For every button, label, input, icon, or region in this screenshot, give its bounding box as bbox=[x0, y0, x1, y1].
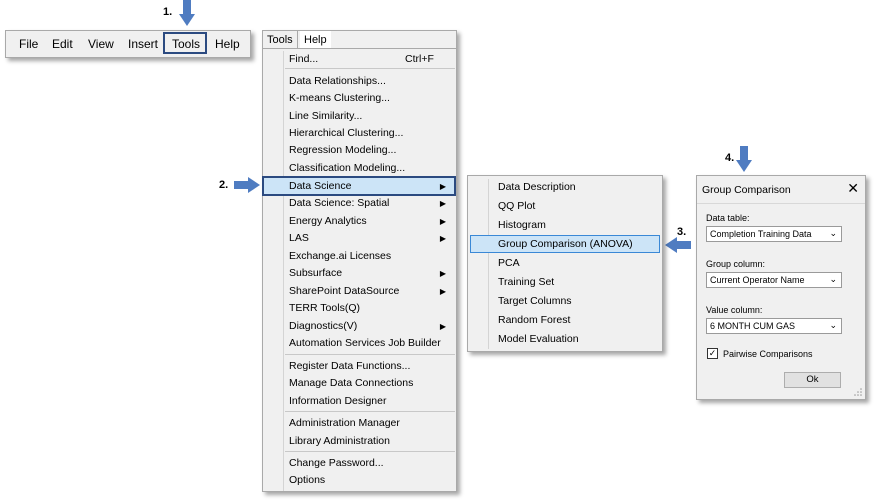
title-divider bbox=[697, 203, 865, 204]
menu-item-administration-manager[interactable]: Administration Manager bbox=[289, 417, 400, 429]
menu-tools[interactable]: Tools bbox=[172, 37, 200, 51]
submenu-item-histogram[interactable]: Histogram bbox=[498, 219, 546, 231]
menu-item-data-relationships[interactable]: Data Relationships... bbox=[289, 75, 386, 87]
resize-grip-icon[interactable] bbox=[853, 387, 863, 397]
pairwise-label: Pairwise Comparisons bbox=[723, 349, 813, 359]
submenu-arrow-icon: ▶ bbox=[439, 287, 446, 296]
submenu-arrow-icon: ▶ bbox=[439, 234, 446, 243]
ok-button[interactable]: Ok bbox=[784, 372, 841, 388]
menu-item-sharepoint[interactable]: SharePoint DataSource bbox=[289, 285, 399, 297]
submenu-item-training-set[interactable]: Training Set bbox=[498, 276, 554, 288]
menu-item-las[interactable]: LAS bbox=[289, 232, 309, 244]
menu-file[interactable]: File bbox=[19, 37, 38, 51]
check-icon: ✓ bbox=[708, 348, 717, 358]
menu-item-line-similarity[interactable]: Line Similarity... bbox=[289, 110, 362, 122]
menu-edit[interactable]: Edit bbox=[52, 37, 73, 51]
menu-item-manage-data-connections[interactable]: Manage Data Connections bbox=[289, 377, 413, 389]
data-table-value: Completion Training Data bbox=[710, 229, 812, 239]
menu-item-library-administration[interactable]: Library Administration bbox=[289, 435, 390, 447]
step-4-arrow-icon bbox=[736, 146, 752, 172]
menu-item-energy-analytics[interactable]: Energy Analytics bbox=[289, 215, 367, 227]
menu-separator bbox=[285, 354, 455, 355]
submenu-arrow-icon: ▶ bbox=[439, 199, 446, 208]
group-column-value: Current Operator Name bbox=[710, 275, 805, 285]
value-column-value: 6 MONTH CUM GAS bbox=[710, 321, 796, 331]
gutter-line bbox=[283, 51, 284, 491]
data-table-label: Data table: bbox=[706, 213, 750, 223]
submenu-item-qq-plot[interactable]: QQ Plot bbox=[498, 200, 535, 212]
step-4-label: 4. bbox=[725, 152, 735, 164]
menu-item-register-data-functions[interactable]: Register Data Functions... bbox=[289, 360, 410, 372]
menu-separator bbox=[285, 451, 455, 452]
menu-item-exchange-licenses[interactable]: Exchange.ai Licenses bbox=[289, 250, 391, 262]
menu-item-data-science[interactable]: Data Science bbox=[289, 180, 351, 192]
data-science-submenu: Data Description QQ Plot Histogram Group… bbox=[467, 175, 663, 352]
menu-item-terr-tools[interactable]: TERR Tools(Q) bbox=[289, 302, 360, 314]
submenu-item-random-forest[interactable]: Random Forest bbox=[498, 314, 570, 326]
step-1-arrow-icon bbox=[179, 0, 195, 26]
submenu-item-group-comparison[interactable]: Group Comparison (ANOVA) bbox=[498, 238, 633, 250]
submenu-item-target-columns[interactable]: Target Columns bbox=[498, 295, 572, 307]
tools-menu: Tools Help Find... Ctrl+F Data Relations… bbox=[262, 30, 457, 492]
tab-divider bbox=[263, 48, 456, 49]
menu-item-options[interactable]: Options bbox=[289, 474, 325, 486]
step-1-label: 1. bbox=[163, 6, 173, 18]
step-3-arrow-icon bbox=[665, 237, 691, 253]
chevron-down-icon: ⌄ bbox=[829, 228, 837, 238]
submenu-arrow-icon: ▶ bbox=[439, 322, 446, 331]
menu-insert[interactable]: Insert bbox=[128, 37, 158, 51]
value-column-select[interactable]: 6 MONTH CUM GAS ⌄ bbox=[706, 318, 842, 334]
submenu-arrow-icon: ▶ bbox=[439, 217, 446, 226]
chevron-down-icon: ⌄ bbox=[829, 274, 837, 284]
find-shortcut: Ctrl+F bbox=[405, 53, 434, 65]
data-table-select[interactable]: Completion Training Data ⌄ bbox=[706, 226, 842, 242]
menu-view[interactable]: View bbox=[88, 37, 114, 51]
close-icon[interactable]: ✕ bbox=[847, 180, 859, 197]
submenu-arrow-icon: ▶ bbox=[439, 182, 446, 191]
group-column-select[interactable]: Current Operator Name ⌄ bbox=[706, 272, 842, 288]
submenu-item-model-evaluation[interactable]: Model Evaluation bbox=[498, 333, 579, 345]
menu-separator bbox=[285, 411, 455, 412]
tab-tools[interactable]: Tools bbox=[263, 31, 298, 48]
dialog-title: Group Comparison bbox=[702, 184, 791, 196]
menu-help[interactable]: Help bbox=[215, 37, 240, 51]
tab-help[interactable]: Help bbox=[300, 31, 331, 48]
menu-item-data-science-spatial[interactable]: Data Science: Spatial bbox=[289, 197, 389, 209]
chevron-down-icon: ⌄ bbox=[829, 320, 837, 330]
submenu-arrow-icon: ▶ bbox=[439, 269, 446, 278]
pairwise-checkbox[interactable]: ✓ bbox=[707, 348, 718, 359]
step-2-label: 2. bbox=[219, 179, 229, 191]
menu-item-regression[interactable]: Regression Modeling... bbox=[289, 144, 396, 156]
menu-bar: File Edit View Insert Tools Help bbox=[5, 30, 251, 58]
step-2-arrow-icon bbox=[234, 177, 260, 193]
menu-separator bbox=[285, 68, 455, 69]
group-column-label: Group column: bbox=[706, 259, 766, 269]
menu-item-find[interactable]: Find... bbox=[289, 53, 318, 65]
menu-item-diagnostics[interactable]: Diagnostics(V) bbox=[289, 320, 357, 332]
menu-item-subsurface[interactable]: Subsurface bbox=[289, 267, 342, 279]
menu-item-classification[interactable]: Classification Modeling... bbox=[289, 162, 405, 174]
menu-item-change-password[interactable]: Change Password... bbox=[289, 457, 384, 469]
menu-item-information-designer[interactable]: Information Designer bbox=[289, 395, 386, 407]
submenu-item-data-description[interactable]: Data Description bbox=[498, 181, 576, 193]
value-column-label: Value column: bbox=[706, 305, 763, 315]
submenu-item-pca[interactable]: PCA bbox=[498, 257, 520, 269]
menu-item-kmeans[interactable]: K-means Clustering... bbox=[289, 92, 390, 104]
group-comparison-dialog: Group Comparison ✕ Data table: Completio… bbox=[696, 175, 866, 400]
menu-item-automation-services[interactable]: Automation Services Job Builder bbox=[289, 337, 441, 349]
menu-item-hierarchical[interactable]: Hierarchical Clustering... bbox=[289, 127, 403, 139]
gutter-line bbox=[488, 179, 489, 349]
